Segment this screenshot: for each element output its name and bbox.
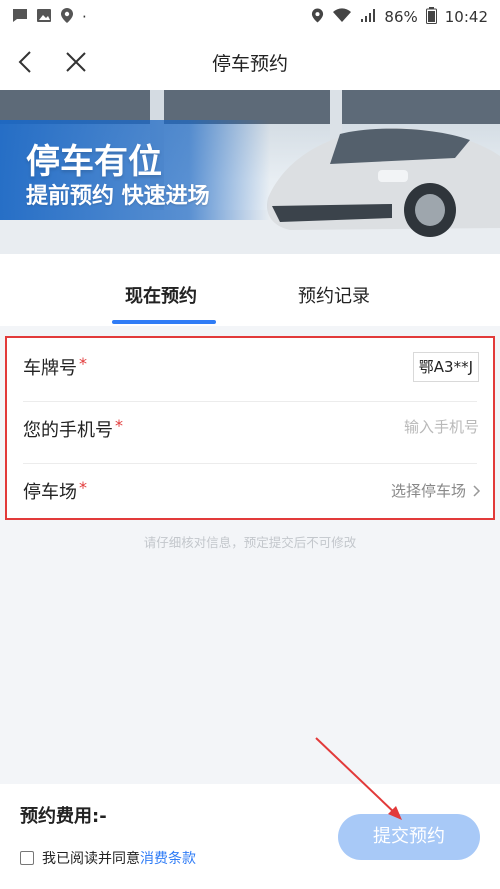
terms-link[interactable]: 消费条款 — [140, 851, 196, 867]
required-mark: * — [79, 478, 87, 497]
status-dot: · — [82, 8, 87, 26]
parking-lot-label: 停车场 * — [23, 478, 87, 503]
phone-input[interactable] — [299, 418, 479, 436]
tab-indicator — [112, 320, 216, 324]
tab-reservation-records[interactable]: 预约记录 — [298, 282, 370, 308]
plate-row[interactable]: 车牌号 * 鄂A3**J — [7, 338, 493, 402]
status-left: · — [12, 7, 87, 28]
map-pin-icon — [60, 7, 74, 28]
status-bar: · 86% 10:42 — [0, 0, 500, 34]
promo-banner: 停车有位 提前预约 快速进场 — [0, 90, 500, 254]
signal-icon — [360, 8, 376, 27]
plate-label: 车牌号 * — [23, 354, 87, 379]
image-icon — [36, 8, 52, 27]
message-icon — [12, 8, 28, 27]
parking-lot-row[interactable]: 停车场 * 选择停车场 — [7, 462, 493, 526]
notice-text: 请仔细核对信息，预定提交后不可修改 — [143, 535, 357, 550]
wifi-icon — [332, 7, 352, 27]
battery-icon — [425, 6, 437, 28]
fee-value: - — [99, 806, 107, 827]
phone-row: 您的手机号 * — [7, 400, 493, 464]
status-right: 86% 10:42 — [311, 6, 488, 28]
required-mark: * — [79, 354, 87, 373]
tab-current-reservation[interactable]: 现在预约 — [125, 282, 197, 308]
parking-lot-value: 选择停车场 — [390, 482, 466, 500]
back-icon[interactable] — [14, 48, 38, 76]
agreement: 我已阅读并同意消费条款 — [20, 848, 196, 868]
phone-label: 您的手机号 * — [23, 416, 123, 441]
fee-label: 预约费用:- — [20, 806, 107, 827]
battery-percent: 86% — [384, 8, 418, 26]
banner-subline: 提前预约 快速进场 — [26, 184, 210, 209]
required-mark: * — [115, 416, 123, 435]
clock: 10:42 — [444, 8, 488, 26]
plate-value[interactable]: 鄂A3**J — [412, 352, 479, 382]
tab-bar: 现在预约 预约记录 — [0, 254, 500, 326]
submit-button[interactable]: 提交预约 — [338, 814, 480, 860]
parking-lot-select[interactable]: 选择停车场 — [391, 480, 481, 501]
agree-checkbox[interactable] — [20, 851, 34, 865]
reservation-form: 车牌号* 鄂A3**J 您的手机号* 停车场* 选择停车场 — [5, 336, 495, 520]
location-icon — [311, 7, 324, 28]
banner-headline: 停车有位 — [26, 142, 162, 182]
agree-text: 我已阅读并同意消费条款 — [42, 851, 196, 867]
bottom-bar: 预约费用:- 我已阅读并同意消费条款 提交预约 — [0, 784, 500, 889]
nav-bar: 停车预约 — [0, 34, 500, 90]
close-icon[interactable] — [62, 48, 90, 76]
chevron-right-icon — [473, 484, 481, 497]
